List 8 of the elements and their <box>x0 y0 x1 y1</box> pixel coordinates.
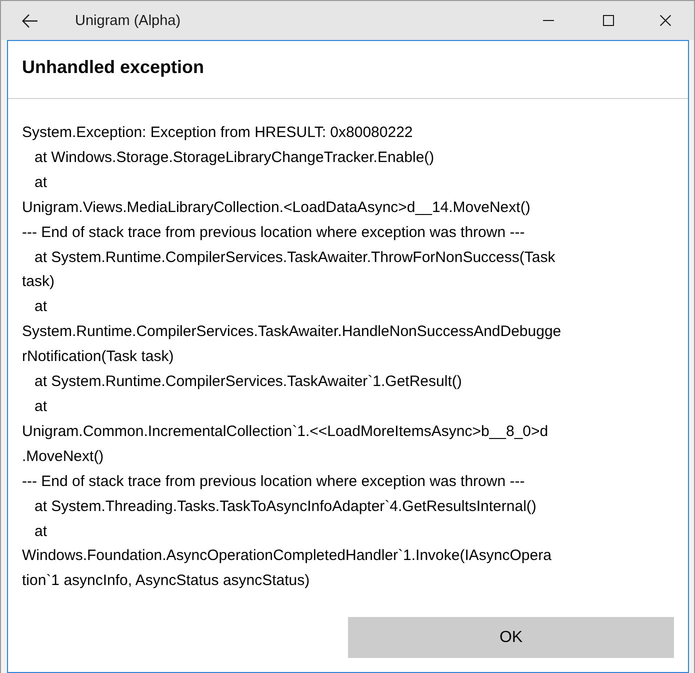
window-title: Unigram (Alpha) <box>75 12 181 28</box>
ok-button[interactable]: OK <box>348 617 674 658</box>
close-icon <box>660 15 671 26</box>
arrow-left-icon <box>22 14 38 28</box>
maximize-icon <box>602 15 614 26</box>
exception-message: System.Exception: Exception from HRESULT: 0x80080222 at Windows.Storage.StorageLibraryChangeTracker.Enable() at Unigram.Views.MediaLibraryCollection.<LoadDataAsync>d__14.MoveNext() --- End of stack trace from previous location where exception was thrown --- at System.Runtime.CompilerServices.TaskAwaiter.ThrowForNonSuccess(Task task) at System.Runtime.CompilerServices.TaskAwaiter.HandleNonSuccessAndDebugge rNotification(Task task) at System.Runtime.CompilerServices.TaskAwaiter`1.GetResult() at Unigram.Common.IncrementalCollection`1.<<LoadMoreItemsAsync>b__8_0>d .MoveNext() --- End of stack trace from previous location where exception was thrown --- at System.Threading.Tasks.TaskToAsyncInfoAdapter`4.GetResultsInternal() at Windows.Foundation.AsyncOperationCompletedHandler`1.Invoke(IAsyncOpera tion`1 asyncInfo, AsyncStatus asyncStatus) <box>22 123 562 592</box>
dialog-title: Unhandled exception <box>22 56 204 78</box>
minimize-icon <box>542 20 554 21</box>
